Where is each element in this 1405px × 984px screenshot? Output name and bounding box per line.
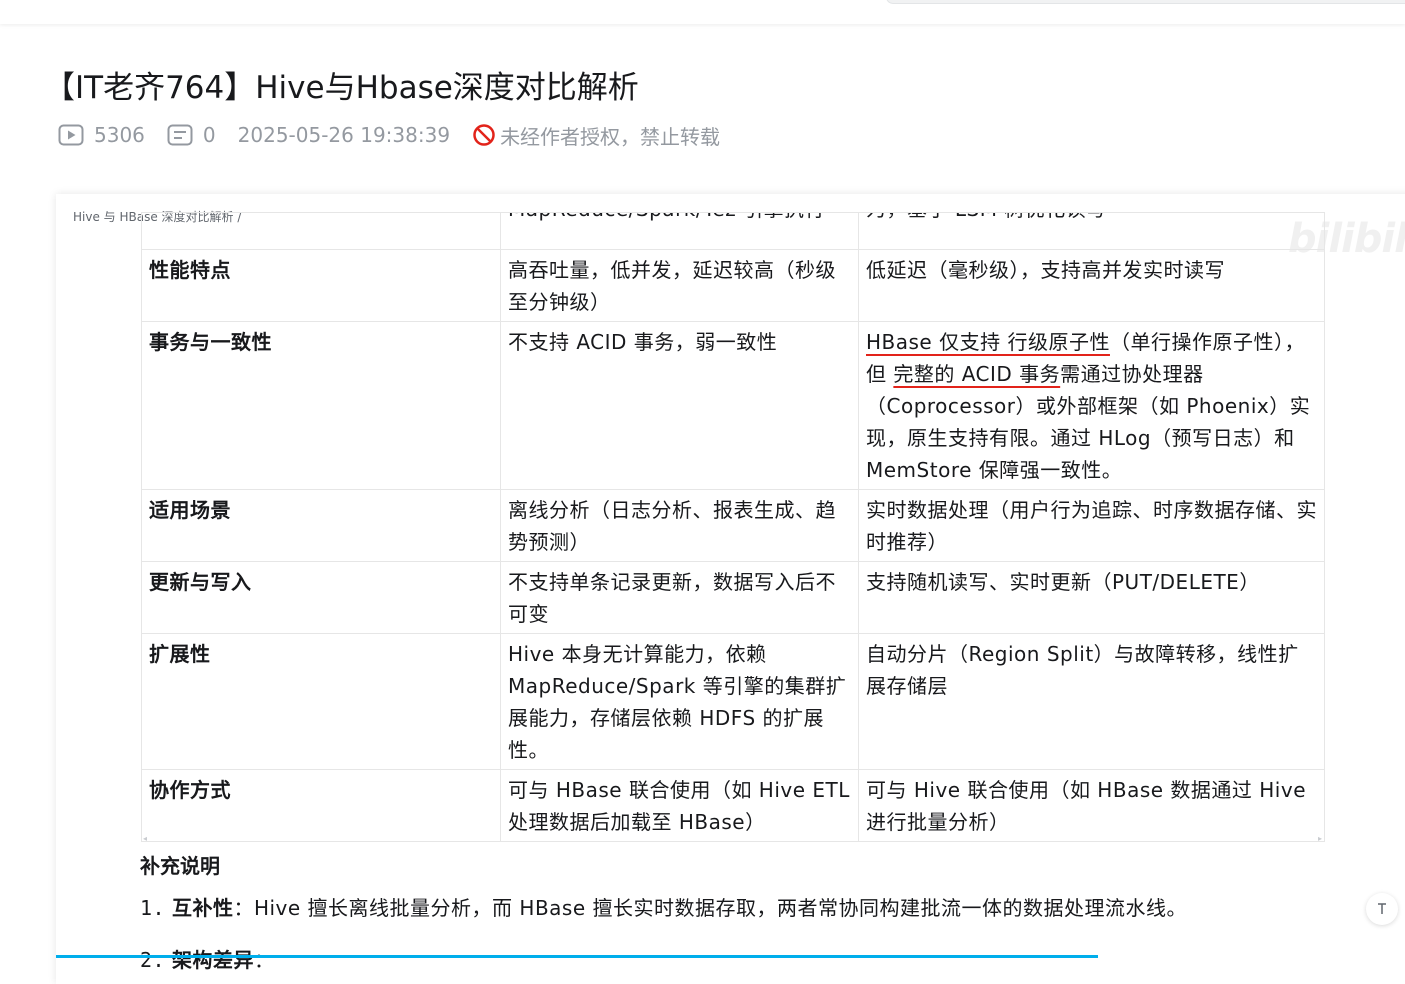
back-to-top-button[interactable] xyxy=(1366,893,1398,925)
article-image-card: Hive 与 HBase 深度对比解析 / bilibili MapReduce… xyxy=(56,194,1405,984)
table-row: 更新与写入 不支持单条记录更新，数据写入后不可变 支持随机读写、实时更新（PUT… xyxy=(141,561,1325,634)
underlined-text: HBase 仅支持 行级原子性 xyxy=(866,330,1110,354)
article-meta: 5306 0 2025-05-26 19:38:39 未经作者授权，禁止转载 xyxy=(58,120,720,150)
hive-cell: 可与 HBase 联合使用（如 Hive ETL 处理数据后加载至 HBase） xyxy=(500,769,859,842)
aspect-cell: 更新与写入 xyxy=(141,561,501,634)
top-nav-bar xyxy=(0,0,1405,24)
table-row: MapReduce/Spark/Tez 引擎执行 为，基于 LSM 树优化读写 xyxy=(141,212,1325,250)
table-scroll-indicator[interactable]: ◂ ▸ xyxy=(141,834,1324,843)
copyright-notice: 未经作者授权，禁止转载 xyxy=(472,121,720,150)
hive-cell: Hive 本身无计算能力，依赖 MapReduce/Spark 等引擎的集群扩展… xyxy=(500,633,859,770)
article-title: 【IT老齐764】Hive与Hbase深度对比解析 xyxy=(44,70,639,106)
view-count: 5306 xyxy=(58,123,145,147)
comparison-table: MapReduce/Spark/Tez 引擎执行 为，基于 LSM 树优化读写 … xyxy=(141,212,1325,842)
hive-cell: 不支持 ACID 事务，弱一致性 xyxy=(500,321,859,490)
scroll-right-icon[interactable]: ▸ xyxy=(1318,834,1322,843)
hbase-cell: HBase 仅支持 行级原子性（单行操作原子性），但 完整的 ACID 事务需通… xyxy=(858,321,1325,490)
search-box[interactable] xyxy=(886,0,1405,4)
reading-progress-bar xyxy=(56,955,1098,958)
aspect-cell: 扩展性 xyxy=(141,633,501,770)
table-row: 事务与一致性 不支持 ACID 事务，弱一致性 HBase 仅支持 行级原子性（… xyxy=(141,321,1325,490)
hbase-cell: 自动分片（Region Split）与故障转移，线性扩展存储层 xyxy=(858,633,1325,770)
supplement-heading: 补充说明 xyxy=(140,854,220,878)
hive-cell: 高吞吐量，低并发，延迟较高（秒级至分钟级） xyxy=(500,249,859,322)
scroll-left-icon[interactable]: ◂ xyxy=(143,834,147,843)
table-row: 性能特点 高吞吐量，低并发，延迟较高（秒级至分钟级） 低延迟（毫秒级），支持高并… xyxy=(141,249,1325,322)
table-row: 协作方式 可与 HBase 联合使用（如 Hive ETL 处理数据后加载至 H… xyxy=(141,769,1325,842)
comment-icon xyxy=(167,124,193,146)
back-to-top-icon xyxy=(1378,903,1386,914)
hbase-cell: 低延迟（毫秒级），支持高并发实时读写 xyxy=(858,249,1325,322)
hbase-cell: 支持随机读写、实时更新（PUT/DELETE） xyxy=(858,561,1325,634)
hbase-cell: 实时数据处理（用户行为追踪、时序数据存储、实时推荐） xyxy=(858,489,1325,562)
table-row: 扩展性 Hive 本身无计算能力，依赖 MapReduce/Spark 等引擎的… xyxy=(141,633,1325,770)
list-item: 2. 架构差异： xyxy=(140,948,275,972)
hbase-cell: 可与 Hive 联合使用（如 HBase 数据通过 Hive 进行批量分析） xyxy=(858,769,1325,842)
table-row: 适用场景 离线分析（日志分析、报表生成、趋势预测） 实时数据处理（用户行为追踪、… xyxy=(141,489,1325,562)
comment-count: 0 xyxy=(167,123,216,147)
hive-cell: 不支持单条记录更新，数据写入后不可变 xyxy=(500,561,859,634)
play-icon xyxy=(58,124,84,146)
aspect-cell: 事务与一致性 xyxy=(141,321,501,490)
no-repost-icon xyxy=(472,123,496,147)
hive-cell: 离线分析（日志分析、报表生成、趋势预测） xyxy=(500,489,859,562)
aspect-cell: 适用场景 xyxy=(141,489,501,562)
aspect-cell: 协作方式 xyxy=(141,769,501,842)
publish-datetime: 2025-05-26 19:38:39 xyxy=(237,123,451,147)
underlined-text: 完整的 ACID 事务 xyxy=(893,362,1061,386)
list-item: 1. 互补性：Hive 擅长离线批量分析，而 HBase 擅长实时数据存取，两者… xyxy=(140,896,1188,920)
aspect-cell: 性能特点 xyxy=(141,249,501,322)
supplement-list: 1. 互补性：Hive 擅长离线批量分析，而 HBase 擅长实时数据存取，两者… xyxy=(140,892,1187,976)
